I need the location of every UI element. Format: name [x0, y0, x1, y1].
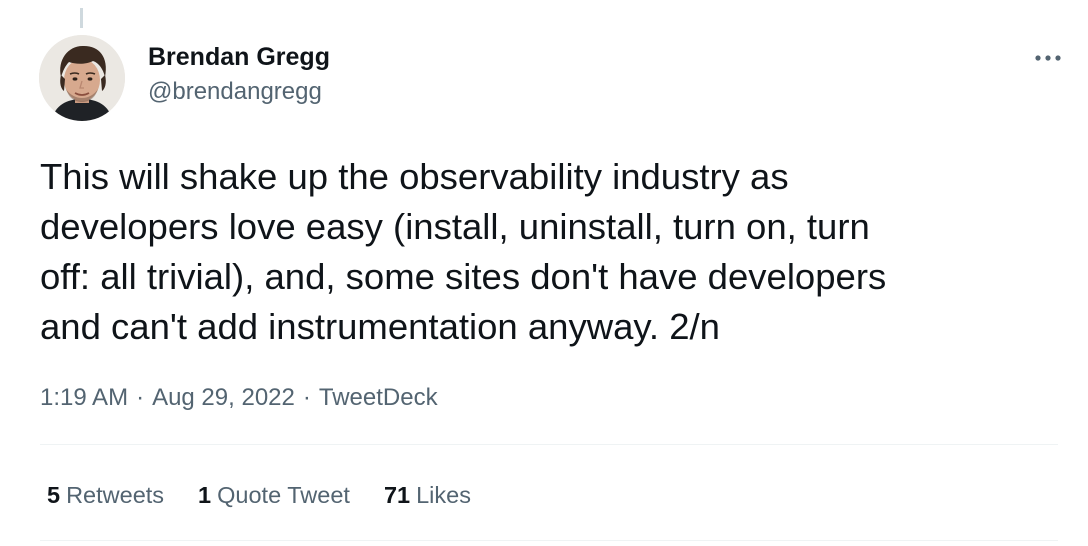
- retweets-stat[interactable]: 5 Retweets: [47, 478, 164, 512]
- tweet-author: Brendan Gregg @brendangregg: [148, 40, 330, 108]
- avatar[interactable]: [39, 35, 125, 121]
- author-handle[interactable]: @brendangregg: [148, 76, 330, 108]
- tweet-time[interactable]: 1:19 AM: [40, 384, 128, 411]
- retweets-count: 5: [47, 482, 61, 508]
- tweet-source[interactable]: TweetDeck: [319, 384, 438, 411]
- likes-label: Likes: [416, 482, 471, 508]
- quote-tweets-count: 1: [198, 482, 212, 508]
- more-horizontal-icon: [1035, 55, 1061, 61]
- avatar-image: [39, 35, 125, 121]
- tweet-text: This will shake up the observability ind…: [40, 156, 887, 347]
- retweets-label: Retweets: [66, 482, 165, 508]
- likes-count: 71: [383, 482, 411, 508]
- meta-separator: ·: [302, 384, 311, 411]
- divider: [40, 444, 1058, 445]
- author-display-name[interactable]: Brendan Gregg: [148, 40, 330, 74]
- quote-tweets-label: Quote Tweet: [217, 482, 350, 508]
- meta-separator: ·: [136, 384, 145, 411]
- tweet-date[interactable]: Aug 29, 2022: [152, 384, 295, 411]
- tweet-stats: 5 Retweets 1 Quote Tweet 71 Likes: [47, 478, 505, 512]
- thread-connector-line: [80, 8, 83, 28]
- divider: [40, 540, 1058, 541]
- more-options-button[interactable]: [1030, 44, 1066, 72]
- tweet-metadata: 1:19 AM · Aug 29, 2022 · TweetDeck: [40, 381, 438, 415]
- likes-stat[interactable]: 71 Likes: [384, 478, 471, 512]
- quote-tweets-stat[interactable]: 1 Quote Tweet: [198, 478, 350, 512]
